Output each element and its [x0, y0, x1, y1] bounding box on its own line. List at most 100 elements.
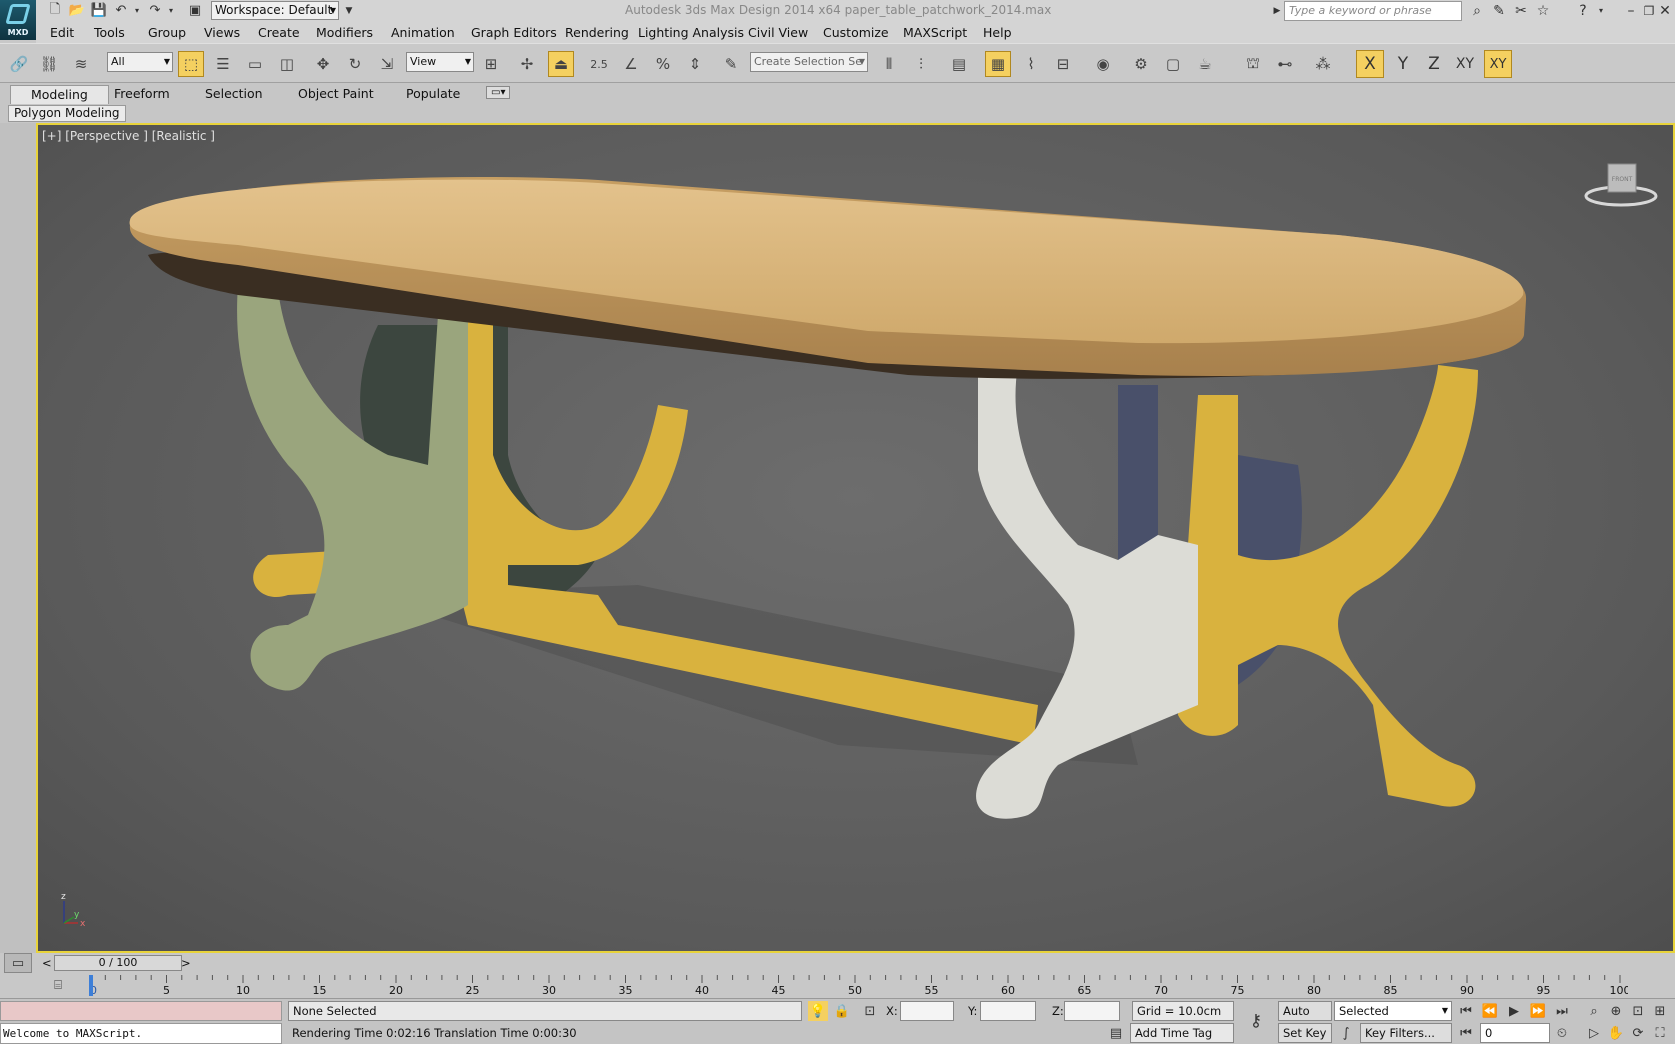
selection-lock-icon[interactable]: 🔒 [832, 1001, 852, 1021]
zoom-all-icon[interactable]: ⊕ [1606, 1001, 1626, 1021]
save-file-icon[interactable]: 💾 [90, 2, 108, 19]
render-setup-icon[interactable]: ⚙ [1128, 51, 1154, 77]
isolate-selection-icon[interactable]: 💡 [808, 1001, 828, 1021]
angle-snap-icon[interactable]: ∠ [618, 51, 644, 77]
schematic-view-icon[interactable]: ⊟ [1050, 51, 1076, 77]
next-frame-icon[interactable]: ⏩ [1528, 1001, 1548, 1021]
menu-customize[interactable]: Customize [823, 25, 889, 40]
key-filter-curve-icon[interactable]: ∫ [1336, 1023, 1356, 1043]
select-and-scale-icon[interactable]: ⇲ [374, 51, 400, 77]
menu-create[interactable]: Create [258, 25, 300, 40]
ribbon-tab-object-paint[interactable]: Object Paint [298, 86, 374, 101]
menu-modifiers[interactable]: Modifiers [316, 25, 373, 40]
axis-constraint-xy[interactable]: XY [1451, 50, 1479, 78]
help-icon[interactable]: ? [1574, 2, 1592, 20]
open-mini-curve-editor-icon[interactable]: ▭ [4, 953, 32, 973]
menu-maxscript[interactable]: MAXScript [903, 25, 967, 40]
z-coordinate-field[interactable] [1064, 1001, 1120, 1021]
redo-dropdown-icon[interactable]: ▾ [162, 2, 180, 19]
time-tag-icon[interactable]: ▤ [1106, 1023, 1126, 1043]
zoom-extents-icon[interactable]: ⊡ [1628, 1001, 1648, 1021]
subscription-center-icon[interactable]: ✎ [1490, 2, 1508, 20]
time-slider-prev[interactable]: < [42, 956, 52, 970]
zoom-icon[interactable]: ⌕ [1584, 1001, 1604, 1021]
civil-view-icon[interactable]: ⛫ [1240, 51, 1266, 77]
pivot-center-icon[interactable]: ⊞ [478, 51, 504, 77]
current-frame-field[interactable]: 0 [1480, 1023, 1550, 1043]
menu-graph-editors[interactable]: Graph Editors [471, 25, 557, 40]
communication-center-icon[interactable]: ✂ [1512, 2, 1530, 20]
reference-coordinate-select[interactable]: View ▼ [406, 52, 474, 72]
key-mode-toggle-icon[interactable]: ⏮ [1456, 1023, 1476, 1043]
ribbon-tab-populate[interactable]: Populate [406, 86, 460, 101]
align-icon[interactable]: ⫶ [908, 51, 934, 77]
menu-animation[interactable]: Animation [391, 25, 455, 40]
bind-to-space-warp-icon[interactable]: ≋ [68, 51, 94, 77]
select-manipulate-icon[interactable]: ✢ [514, 51, 540, 77]
menu-group[interactable]: Group [148, 25, 186, 40]
percent-snap-icon[interactable]: % [650, 51, 676, 77]
set-key-button[interactable]: Set Key [1278, 1023, 1332, 1043]
unlink-selection-icon[interactable]: ⛓ [36, 51, 62, 77]
key-filters-button[interactable]: Key Filters... [1360, 1023, 1452, 1043]
field-of-view-icon[interactable]: ▷ [1584, 1023, 1604, 1043]
ribbon-tab-selection[interactable]: Selection [205, 86, 263, 101]
auto-key-button[interactable]: Auto Key [1278, 1001, 1332, 1036]
current-frame-marker[interactable] [89, 975, 93, 996]
axis-constraint-xy-cycle[interactable]: XY [1484, 50, 1512, 78]
binoculars-icon[interactable]: ⌕ [1468, 2, 1486, 20]
select-by-name-icon[interactable]: ☰ [210, 51, 236, 77]
project-folder-icon[interactable]: ▣ [186, 2, 204, 19]
axis-constraint-y[interactable]: Y [1389, 50, 1417, 78]
new-file-icon[interactable]: 🗋 [46, 2, 64, 19]
minimize-window-icon[interactable]: – [1622, 2, 1640, 20]
mirror-icon[interactable]: ⫴ [876, 51, 902, 77]
customize-qat-icon[interactable]: ▼ [340, 2, 358, 19]
measure-distance-icon[interactable]: ⊷ [1272, 51, 1298, 77]
ribbon-minimize-dropdown-icon[interactable]: ▭▾ [486, 86, 511, 99]
key-mode-select[interactable]: Selected ▼ [1334, 1001, 1452, 1021]
add-time-tag-field[interactable]: Add Time Tag [1130, 1023, 1234, 1043]
snaps-toggle-icon[interactable]: 2.5 [586, 51, 612, 77]
viewport-label[interactable]: [+] [Perspective ] [Realistic ] [42, 129, 215, 143]
zoom-extents-all-icon[interactable]: ⊞ [1650, 1001, 1670, 1021]
spinner-snap-icon[interactable]: ⇕ [682, 51, 708, 77]
time-slider-next[interactable]: > [181, 956, 191, 970]
perspective-viewport[interactable]: [+] [Perspective ] [Realistic ] FRONT z … [36, 123, 1675, 953]
render-production-icon[interactable]: ☕ [1192, 51, 1218, 77]
select-and-rotate-icon[interactable]: ↻ [342, 51, 368, 77]
menu-tools[interactable]: Tools [94, 25, 125, 40]
x-coordinate-field[interactable] [900, 1001, 954, 1021]
close-window-icon[interactable]: ✕ [1656, 2, 1674, 20]
select-and-link-icon[interactable]: 🔗 [6, 51, 32, 77]
layer-manager-icon[interactable]: ▤ [946, 51, 972, 77]
particle-view-icon[interactable]: ⁂ [1310, 51, 1336, 77]
open-file-icon[interactable]: 📂 [68, 2, 86, 19]
menu-lighting-analysis[interactable]: Lighting Analysis [638, 25, 744, 40]
time-configuration-icon[interactable]: ⏲ [1552, 1023, 1572, 1043]
time-slider-thumb[interactable]: 0 / 100 [54, 955, 182, 971]
orbit-icon[interactable]: ⟳ [1628, 1023, 1648, 1043]
go-to-end-icon[interactable]: ⏭ [1552, 1001, 1572, 1021]
play-animation-icon[interactable]: ▶ [1504, 1001, 1524, 1021]
ribbon-tab-freeform[interactable]: Freeform [114, 86, 170, 101]
ribbon-tab-modeling[interactable]: Modeling [10, 85, 109, 104]
material-editor-icon[interactable]: ◉ [1090, 51, 1116, 77]
undo-dropdown-icon[interactable]: ▾ [128, 2, 146, 19]
axis-constraint-z[interactable]: Z [1420, 50, 1448, 78]
scene-explorer-icon[interactable]: ▦ [985, 51, 1011, 77]
absolute-mode-transform-icon[interactable]: ⊡ [860, 1001, 880, 1021]
viewcube[interactable]: FRONT [1583, 159, 1659, 209]
keyboard-shortcut-override-icon[interactable]: ⏏ [548, 51, 574, 77]
selection-filter-select[interactable]: All ▼ [107, 52, 173, 72]
edit-named-selection-icon[interactable]: ✎ [718, 51, 744, 77]
curve-editor-icon[interactable]: ⌇ [1018, 51, 1044, 77]
rectangular-selection-icon[interactable]: ▭ [242, 51, 268, 77]
help-search-input[interactable]: Type a keyword or phrase [1284, 1, 1462, 21]
menu-civil-view[interactable]: Civil View [748, 25, 808, 40]
frame-ruler[interactable]: 0 5 10 15 20 25 30 35 40 45 50 55 60 65 70 75 80 85 90 95 10… [88, 975, 1628, 997]
named-selection-set-select[interactable]: Create Selection Se ▼ [750, 52, 868, 72]
maxscript-listener-input[interactable] [0, 1001, 282, 1021]
axis-constraint-x[interactable]: X [1356, 50, 1384, 78]
app-logo-button[interactable]: MXD [0, 0, 36, 40]
